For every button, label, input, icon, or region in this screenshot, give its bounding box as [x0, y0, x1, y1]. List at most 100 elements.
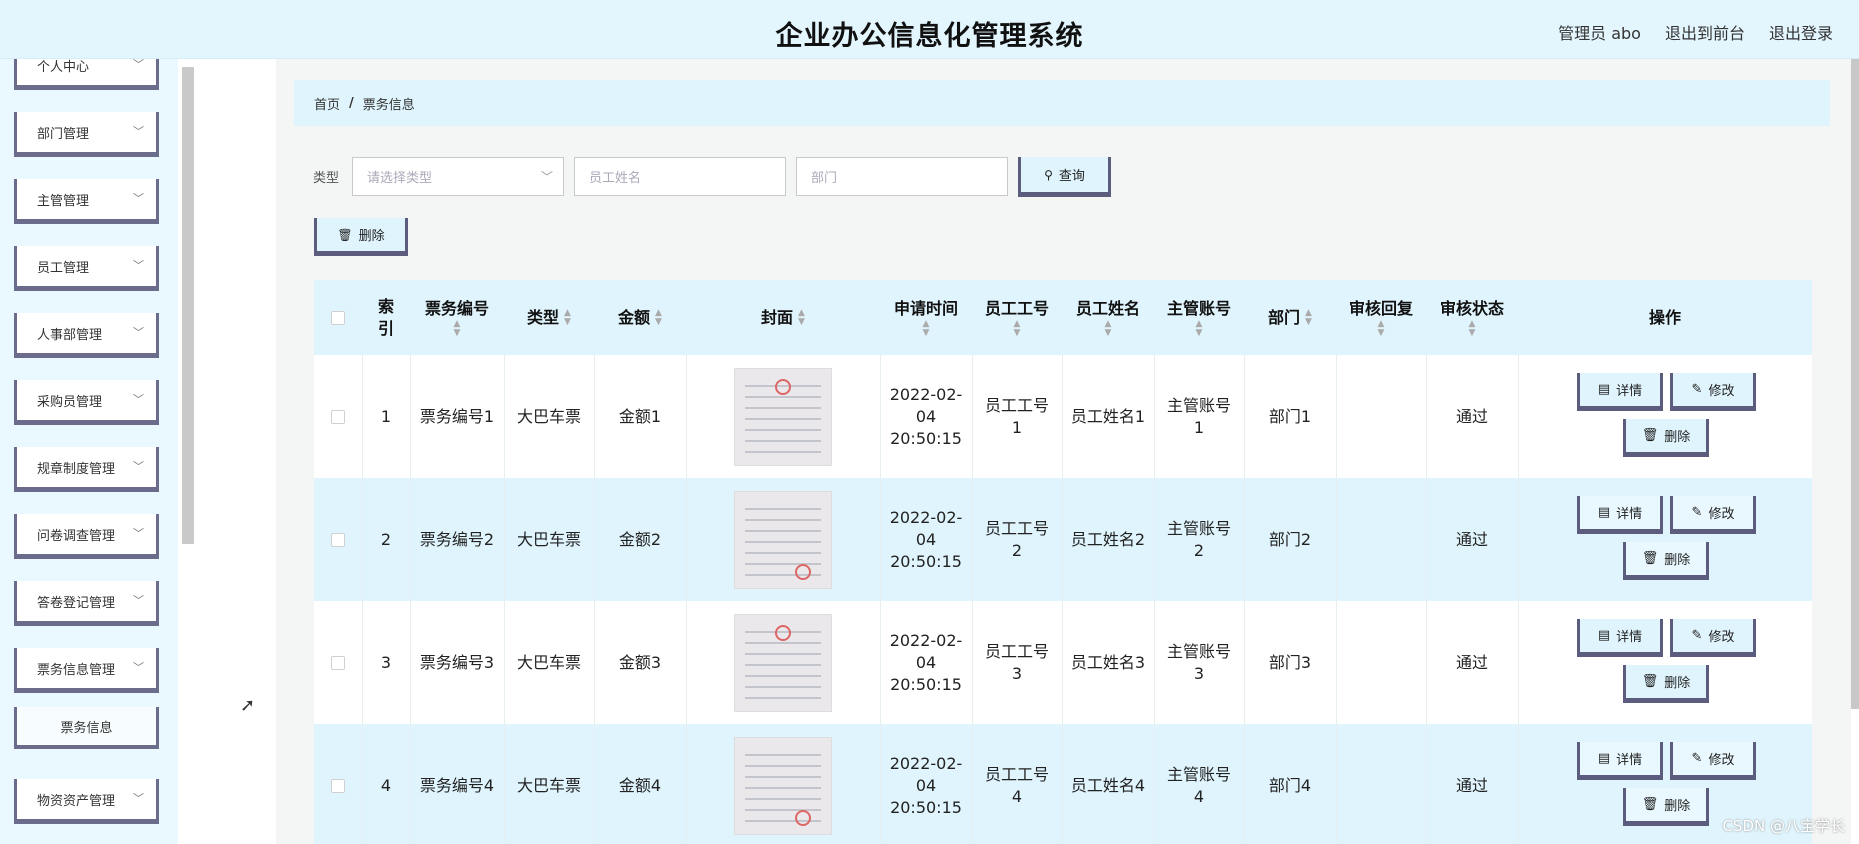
cell-type: 大巴车票	[516, 529, 581, 549]
detail-button[interactable]: ▤ 详情	[1577, 742, 1663, 780]
sidebar-subitem-ticket-info[interactable]: 票务信息	[14, 707, 159, 749]
chevron-down-icon: ﹀	[133, 393, 144, 407]
sidebar-scrollbar[interactable]	[182, 67, 194, 544]
row-checkbox[interactable]	[331, 778, 345, 793]
cell-manager-account: 主管账号4	[1166, 764, 1231, 806]
sidebar-item-hr[interactable]: 人事部管理 ﹀	[14, 313, 159, 358]
cell-apply-time: 2022-02-04 20:50:15	[889, 630, 963, 694]
sidebar: 个人中心 ﹀ 部门管理 ﹀ 主管管理 ﹀ 员工管理 ﹀ 人事部管理 ﹀ 采购员管理 ﹀ 规章…	[0, 59, 178, 844]
sidebar-item-label: 答卷登记管理	[37, 595, 116, 611]
cell-department: 部门4	[1268, 775, 1312, 795]
header-actions: 操作	[1648, 307, 1681, 327]
select-all-checkbox[interactable]	[331, 310, 345, 325]
ticket-cover-image[interactable]	[734, 367, 832, 466]
cell-review-reply	[1336, 724, 1426, 844]
batch-delete-button[interactable]: 🗑 删除	[314, 218, 408, 256]
search-button-label: 查询	[1058, 169, 1085, 184]
cell-cover	[686, 601, 880, 724]
edit-button[interactable]: ✎ 修改	[1670, 742, 1756, 780]
edit-button[interactable]: ✎ 修改	[1670, 373, 1756, 411]
cell-employee-id: 员工工号4	[984, 764, 1049, 806]
header-manager-account[interactable]: 主管账号 ▲ ▼	[1154, 280, 1244, 355]
type-select[interactable]: 请选择类型 ﹀	[352, 157, 564, 196]
sidebar-item-department[interactable]: 部门管理 ﹀	[14, 112, 159, 157]
sidebar-item-purchaser[interactable]: 采购员管理 ﹀	[14, 380, 159, 425]
trash-icon: 🗑	[1641, 428, 1659, 443]
receipt-line	[745, 395, 821, 398]
sidebar-item-label: 员工管理	[37, 260, 90, 276]
receipt-line	[745, 685, 821, 688]
row-checkbox[interactable]	[331, 655, 345, 670]
sidebar-item-answers[interactable]: 答卷登记管理 ﹀	[14, 581, 159, 626]
row-select-cell	[314, 478, 362, 601]
header-apply-time[interactable]: 申请时间 ▲ ▼	[880, 280, 972, 355]
sidebar-item-rules[interactable]: 规章制度管理 ﹀	[14, 447, 159, 492]
cell-review-status: 通过	[1455, 406, 1488, 426]
header-employee-id[interactable]: 员工工号 ▲ ▼	[972, 280, 1062, 355]
detail-button-label: 详情	[1616, 753, 1643, 768]
sidebar-item-personal-center[interactable]: 个人中心 ﹀	[14, 59, 159, 90]
delete-button[interactable]: 🗑 删除	[1623, 419, 1709, 457]
receipt-line	[745, 808, 821, 811]
logout-link[interactable]: 退出登录	[1769, 20, 1833, 44]
header-department[interactable]: 部门 ▲ ▼	[1244, 280, 1336, 355]
cell-index: 2	[380, 529, 392, 549]
cell-cover	[686, 478, 880, 601]
header-cover[interactable]: 封面 ▲ ▼	[686, 280, 880, 355]
sidebar-item-survey[interactable]: 问卷调查管理 ﹀	[14, 514, 159, 559]
sidebar-item-ticket-management[interactable]: 票务信息管理 ﹀	[14, 648, 159, 693]
header-review-status[interactable]: 审核状态 ▲ ▼	[1426, 280, 1518, 355]
header-review-reply[interactable]: 审核回复 ▲ ▼	[1336, 280, 1426, 355]
page-scrollbar[interactable]	[1851, 59, 1859, 709]
watermark: CSDN @八宝学长	[1722, 817, 1845, 835]
cell-review-status: 通过	[1455, 652, 1488, 672]
cell-review-status: 通过	[1455, 775, 1488, 795]
column-divider	[1062, 478, 1063, 601]
row-select-cell	[314, 355, 362, 478]
employee-name-input[interactable]: 员工姓名	[574, 157, 786, 196]
sidebar-item-label: 主管管理	[37, 193, 90, 209]
search-button[interactable]: ⚲ 查询	[1018, 157, 1111, 197]
department-input[interactable]: 部门	[796, 157, 1008, 196]
delete-button[interactable]: 🗑 删除	[1623, 542, 1709, 580]
receipt-line	[745, 674, 821, 677]
admin-user-label: 管理员 abo	[1558, 24, 1641, 43]
select-all-cell	[314, 280, 362, 355]
chevron-down-icon: ﹀	[540, 170, 553, 184]
chevron-down-icon: ﹀	[133, 792, 144, 806]
sidebar-item-label: 问卷调查管理	[37, 528, 116, 544]
cell-employee-id: 员工工号3	[984, 641, 1049, 683]
edit-button[interactable]: ✎ 修改	[1670, 619, 1756, 657]
delete-button[interactable]: 🗑 删除	[1623, 665, 1709, 703]
sidebar-item-label: 票务信息管理	[37, 662, 116, 678]
trash-icon: 🗑	[1641, 674, 1659, 689]
employee-name-placeholder: 员工姓名	[589, 171, 642, 186]
column-divider	[972, 601, 973, 724]
header-type[interactable]: 类型 ▲ ▼	[504, 280, 594, 355]
detail-button[interactable]: ▤ 详情	[1577, 496, 1663, 534]
ticket-cover-image[interactable]	[734, 613, 832, 712]
header-ticket-no[interactable]: 票务编号 ▲ ▼	[410, 280, 504, 355]
chevron-down-icon: ﹀	[133, 527, 144, 541]
ticket-cover-image[interactable]	[734, 490, 832, 589]
edit-button[interactable]: ✎ 修改	[1670, 496, 1756, 534]
pencil-icon: ✎	[1691, 751, 1703, 766]
cell-type: 大巴车票	[516, 775, 581, 795]
sidebar-item-employee[interactable]: 员工管理 ﹀	[14, 246, 159, 291]
sidebar-item-manager[interactable]: 主管管理 ﹀	[14, 179, 159, 224]
breadcrumb-home[interactable]: 首页	[314, 94, 340, 113]
cell-apply-time: 2022-02-04 20:50:15	[889, 753, 963, 817]
column-divider	[880, 601, 881, 724]
delete-button[interactable]: 🗑 删除	[1623, 788, 1709, 826]
chevron-down-icon: ﹀	[133, 326, 144, 340]
ticket-cover-image[interactable]	[734, 736, 832, 835]
detail-button[interactable]: ▤ 详情	[1577, 373, 1663, 411]
sidebar-item-assets[interactable]: 物资资产管理 ﹀	[14, 779, 159, 824]
header-amount[interactable]: 金额 ▲ ▼	[594, 280, 686, 355]
header-employee-name[interactable]: 员工姓名 ▲ ▼	[1062, 280, 1154, 355]
cell-employee-name: 员工姓名2	[1070, 529, 1146, 549]
row-checkbox[interactable]	[331, 409, 345, 424]
back-to-front-link[interactable]: 退出到前台	[1665, 20, 1745, 44]
detail-button[interactable]: ▤ 详情	[1577, 619, 1663, 657]
row-checkbox[interactable]	[331, 532, 345, 547]
